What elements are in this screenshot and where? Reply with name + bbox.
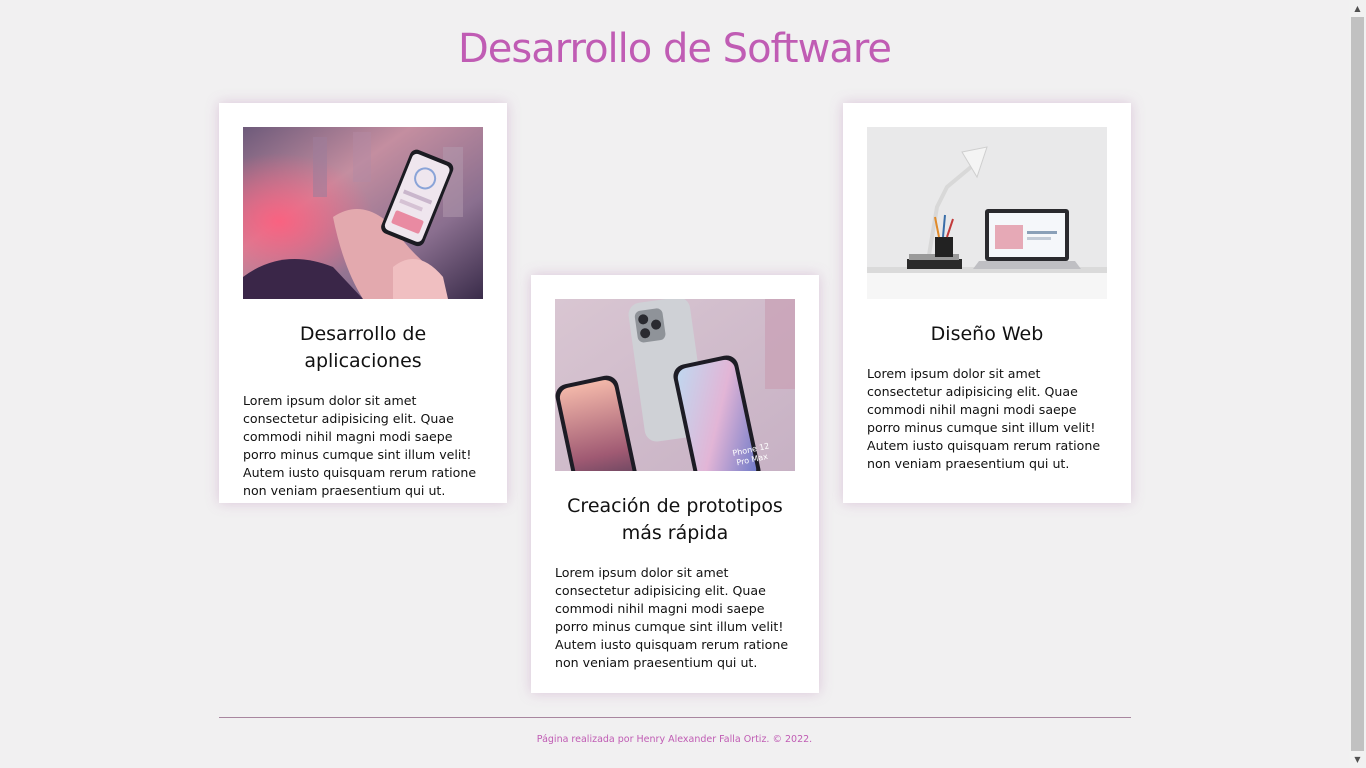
card-text: Lorem ipsum dolor sit amet consectetur a… [867, 366, 1101, 471]
card-app-development: Desarrollo de aplicaciones Lorem ipsum d… [219, 103, 507, 503]
footer-divider [219, 717, 1131, 718]
card-title: Creación de prototipos más rápida [567, 495, 783, 544]
card-title: Desarrollo de aplicaciones [299, 323, 427, 372]
vertical-scrollbar[interactable]: ▲ ▼ [1349, 0, 1366, 768]
page: Desarrollo de Software Desarrollo de apl… [0, 0, 1349, 768]
hand-holding-phone-image [243, 127, 483, 299]
card-text: Lorem ipsum dolor sit amet consectetur a… [243, 393, 477, 498]
footer-credit: Página realizada por Henry Alexander Fal… [536, 734, 813, 745]
card-title: Diseño Web [930, 323, 1044, 345]
scroll-up-arrow-icon[interactable]: ▲ [1349, 0, 1366, 17]
scroll-down-arrow-icon[interactable]: ▼ [1349, 751, 1366, 768]
desk-lamp-laptop-image [867, 127, 1107, 299]
scrollbar-thumb[interactable] [1351, 17, 1364, 751]
card-prototyping: Phone 12 Pro Max Creación de prototipos … [531, 275, 819, 693]
phone-mockup-image: Phone 12 Pro Max [555, 299, 795, 471]
card-web-design: Diseño Web Lorem ipsum dolor sit amet co… [843, 103, 1131, 503]
card-text: Lorem ipsum dolor sit amet consectetur a… [555, 565, 789, 670]
page-title: Desarrollo de Software [458, 26, 892, 72]
